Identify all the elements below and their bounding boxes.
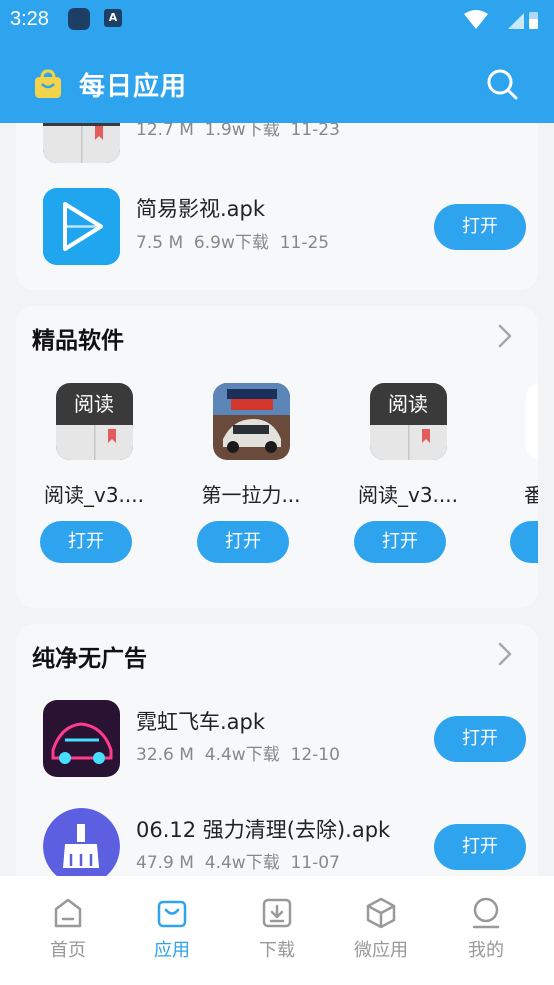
open-button[interactable]: 打开 — [434, 824, 526, 870]
page-title: 每日应用 — [79, 72, 188, 102]
app-meta: 7.5 M 6.9w下载 11-25 — [136, 233, 330, 253]
nav-label: 下载 — [259, 940, 295, 961]
featured-item[interactable]: 番茄 打开 — [494, 381, 538, 571]
open-button[interactable]: 打开 — [434, 716, 526, 762]
profile-icon — [472, 897, 500, 929]
nav-label: 我的 — [468, 940, 504, 961]
app-name: 阅读_v3.... — [44, 483, 144, 507]
featured-apps-card: 精品软件 阅读 阅读_v3.... 打开 第一拉力... 打开 阅读 阅读_v3… — [16, 306, 538, 608]
nav-item-micro-apps[interactable]: 微应用 — [329, 896, 433, 976]
app-name: 06.12 强力清理(去除).apk — [136, 818, 391, 842]
rally-game-icon — [213, 383, 290, 460]
neon-car-icon — [43, 700, 120, 777]
download-icon — [262, 898, 292, 928]
adfree-apps-card: 纯净无广告 霓虹飞车.apk 32.6 M 4.4w下载 12-10 打开 06… — [16, 624, 538, 876]
status-bar: 3:28 A — [0, 0, 554, 40]
featured-item[interactable]: 阅读 阅读_v3.... 打开 — [24, 381, 164, 571]
app-meta: 12.7 M 1.9w下载 11-23 — [136, 123, 340, 140]
app-name: 简易影视.apk — [136, 197, 266, 221]
nav-label: 首页 — [50, 940, 86, 961]
nav-item-profile[interactable]: 我的 — [434, 896, 538, 976]
list-item[interactable]: 霓虹飞车.apk 32.6 M 4.4w下载 12-10 打开 — [16, 694, 538, 794]
reader-icon: 阅读 — [56, 383, 133, 460]
shopping-bag-icon — [157, 900, 187, 928]
nav-label: 应用 — [154, 940, 190, 961]
open-button[interactable]: 打开 — [40, 521, 132, 563]
app-name: 阅读_v3.... — [358, 483, 458, 507]
app-header: 每日应用 — [0, 40, 554, 123]
app-name: 第一拉力... — [201, 483, 301, 507]
featured-item[interactable]: 阅读 阅读_v3.... 打开 — [338, 381, 478, 571]
reader-icon: 阅读 — [370, 383, 447, 460]
nav-label: 微应用 — [354, 940, 408, 961]
shopping-bag-logo-icon — [35, 69, 61, 98]
bottom-nav: 首页 应用 下载 微应用 我的 — [0, 876, 554, 985]
cube-icon — [366, 897, 396, 929]
svg-text:阅读: 阅读 — [388, 392, 428, 416]
broom-icon — [43, 808, 120, 876]
svg-text:阅读: 阅读 — [74, 392, 114, 416]
status-indicators-icon — [464, 10, 538, 29]
section-title: 精品软件 — [32, 328, 124, 354]
list-item[interactable]: 简易影视.apk 7.5 M 6.9w下载 11-25 打开 — [16, 178, 538, 278]
notification-app-icon — [68, 8, 90, 30]
notification-badge-icon: A — [104, 9, 122, 27]
nav-item-home[interactable]: 首页 — [16, 896, 120, 976]
chevron-right-icon[interactable] — [494, 641, 516, 667]
search-icon[interactable] — [486, 68, 518, 100]
open-button[interactable]: 打开 — [510, 521, 538, 563]
open-button[interactable]: 打开 — [354, 521, 446, 563]
reader-icon — [43, 123, 120, 163]
recent-apps-card: 12.7 M 1.9w下载 11-23 简易影视.apk 7.5 M 6.9w下… — [16, 123, 538, 290]
open-button[interactable]: 打开 — [197, 521, 289, 563]
nav-item-downloads[interactable]: 下载 — [225, 896, 329, 976]
app-meta: 47.9 M 4.4w下载 11-07 — [136, 853, 340, 873]
section-title: 纯净无广告 — [32, 646, 147, 672]
app-name: 番茄 — [524, 483, 538, 507]
list-item[interactable]: 12.7 M 1.9w下载 11-23 — [16, 123, 538, 171]
green-app-icon — [526, 383, 538, 460]
chevron-right-icon[interactable] — [494, 323, 516, 349]
list-item[interactable]: 06.12 强力清理(去除).apk 47.9 M 4.4w下载 11-07 打… — [16, 802, 538, 876]
home-icon — [54, 898, 82, 928]
play-icon — [43, 188, 120, 265]
featured-item[interactable]: 第一拉力... 打开 — [181, 381, 321, 571]
content-area[interactable]: 12.7 M 1.9w下载 11-23 简易影视.apk 7.5 M 6.9w下… — [0, 123, 554, 876]
nav-item-apps[interactable]: 应用 — [120, 896, 224, 976]
open-button[interactable]: 打开 — [434, 204, 526, 250]
app-name: 霓虹飞车.apk — [136, 710, 266, 734]
app-meta: 32.6 M 4.4w下载 12-10 — [136, 745, 340, 765]
status-time: 3:28 — [10, 8, 49, 30]
featured-carousel[interactable]: 阅读 阅读_v3.... 打开 第一拉力... 打开 阅读 阅读_v3.... … — [16, 381, 538, 571]
